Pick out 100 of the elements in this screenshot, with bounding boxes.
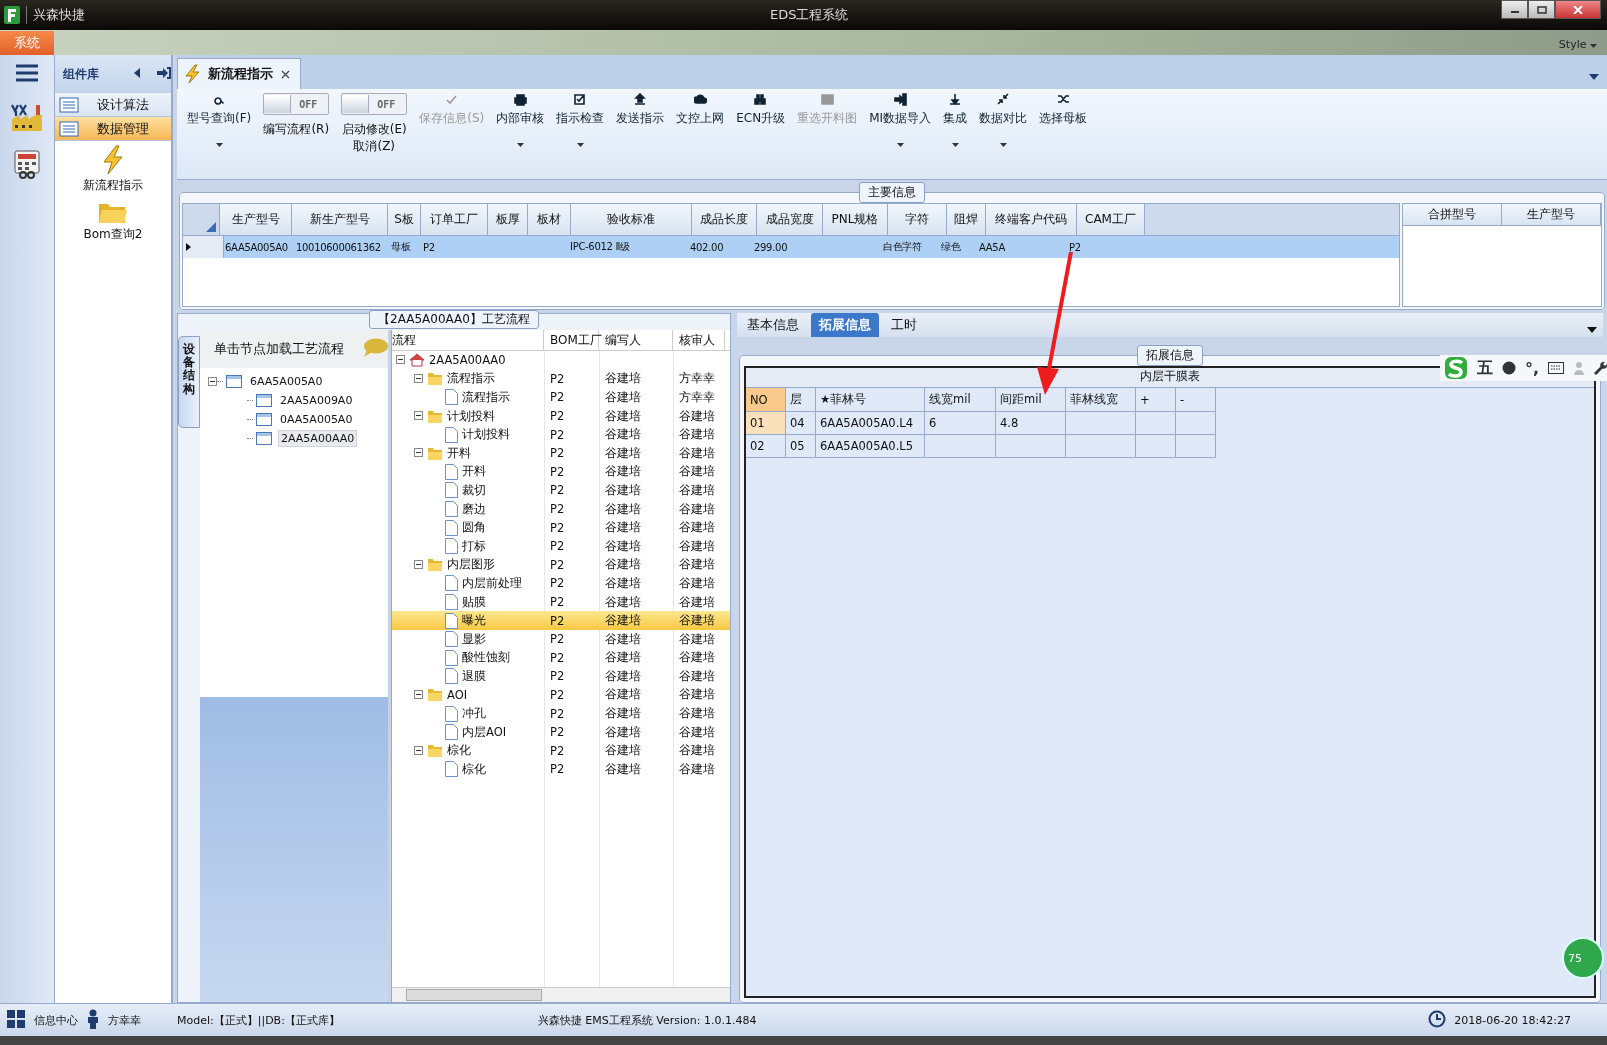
side-tab[interactable]: 设备结构 <box>178 336 200 428</box>
close-button[interactable] <box>1555 0 1601 19</box>
tree-row[interactable]: 圆角 P2 谷建培 谷建培 <box>392 518 730 537</box>
table-cell-text: 299.00 <box>753 241 789 253</box>
column-header[interactable]: 成品宽度 <box>757 204 823 235</box>
node-label[interactable]: 0AA5A005A0 <box>278 412 355 427</box>
column-header[interactable]: CAM工厂 <box>1077 204 1145 235</box>
node-label: 曝光 <box>462 613 486 629</box>
node-label[interactable]: 6AA5A005A0 <box>248 374 325 389</box>
column-header[interactable]: 流程 <box>392 330 544 350</box>
close-icon[interactable] <box>281 69 290 79</box>
collapse-icon[interactable] <box>414 371 423 386</box>
maximize-button[interactable] <box>1528 0 1555 19</box>
table-cell-text: 谷建培 <box>678 593 716 611</box>
column-header[interactable]: 生产型号 <box>220 204 292 235</box>
tool-launcher[interactable]: 新流程指示 <box>83 145 143 194</box>
minimize-button[interactable] <box>1501 0 1528 19</box>
tree-row[interactable]: 贴膜 P2 谷建培 谷建培 <box>392 592 730 612</box>
table-cell-text: 谷建培 <box>678 537 716 555</box>
tool-launcher[interactable]: Bom查询2 <box>83 200 143 243</box>
tab[interactable]: 基本信息 <box>739 313 807 337</box>
column-header[interactable]: 合拼型号 <box>1403 204 1502 226</box>
tab[interactable]: 工时 <box>883 313 925 337</box>
tree-row[interactable]: 计划投料 P2 谷建培 谷建培 <box>392 406 730 426</box>
column-header[interactable]: NO <box>746 388 786 412</box>
half-width-icon[interactable] <box>1502 361 1516 375</box>
column-header[interactable]: 成品长度 <box>692 204 757 235</box>
calculator-icon[interactable] <box>12 149 42 179</box>
column-header[interactable]: 阻焊 <box>947 204 986 235</box>
column-header[interactable]: 线宽mil <box>925 388 996 412</box>
toggle-switch[interactable]: OFF <box>341 93 408 115</box>
info-center-link[interactable]: 信息中心 <box>34 1012 78 1028</box>
tree-row[interactable]: 内层AOI P2 谷建培 谷建培 <box>392 722 730 742</box>
column-header[interactable]: PNL规格 <box>823 204 888 235</box>
tree-row[interactable]: 流程指示 P2 谷建培 方幸幸 <box>392 369 730 389</box>
node-label[interactable]: 2AA5A00AA0 <box>278 430 358 447</box>
toolbar-button[interactable]: 发送指示 <box>612 93 669 155</box>
column-header[interactable]: S板 <box>388 204 421 235</box>
tree-row[interactable]: AOI P2 谷建培 谷建培 <box>392 685 730 705</box>
tree-row[interactable]: 棕化 P2 谷建培 谷建培 <box>392 760 730 779</box>
toolbar-button[interactable]: 数据对比 <box>975 93 1032 155</box>
collapse-icon[interactable] <box>208 374 217 389</box>
column-header[interactable]: 字符 <box>888 204 947 235</box>
tree-row[interactable]: 流程指示 P2 谷建培 方幸幸 <box>392 388 730 407</box>
toolbar-button[interactable]: 指示检查 <box>552 93 609 155</box>
row-number-cell[interactable]: 01 <box>746 412 786 435</box>
column-header[interactable]: 新生产型号 <box>292 204 388 235</box>
tree-row[interactable]: 曝光 P2 谷建培 谷建培 <box>392 611 730 630</box>
grid-row[interactable]: 6AA5A005A0 10010600061362 母板 P2 IPC-6012 Ⅱ级 402.00 299.00 白色字符 绿色 AA5A P2 <box>183 236 1399 258</box>
tree-row[interactable]: 磨边 P2 谷建培 谷建培 <box>392 499 730 519</box>
tree-row[interactable]: 显影 P2 谷建培 谷建培 <box>392 629 730 649</box>
tree-row[interactable]: 开料 P2 谷建培 谷建培 <box>392 462 730 482</box>
toolbar-button[interactable]: ECN升级 <box>732 93 790 155</box>
column-header[interactable]: 验收标准 <box>571 204 692 235</box>
column-header[interactable]: - <box>1176 388 1216 412</box>
horizontal-scrollbar[interactable] <box>392 987 730 1002</box>
column-header[interactable]: 生产型号 <box>1502 204 1601 226</box>
tree-row[interactable]: 2AA5A00AA0 <box>392 351 730 370</box>
keyboard-icon[interactable] <box>1548 362 1565 374</box>
ime-logo-icon[interactable] <box>1444 356 1468 380</box>
tree-row[interactable]: 退膜 P2 谷建培 谷建培 <box>392 667 730 686</box>
tab[interactable]: 拓展信息 <box>811 313 879 337</box>
column-header[interactable]: 菲林线宽 <box>1066 388 1136 412</box>
column-header[interactable]: 板材 <box>528 204 571 235</box>
collapse-icon[interactable] <box>414 743 423 758</box>
tree-row[interactable]: 酸性蚀刻 P2 谷建培 谷建培 <box>392 648 730 668</box>
collapse-icon[interactable] <box>414 557 423 572</box>
toggle-switch[interactable]: OFF <box>263 93 330 115</box>
tree-row[interactable]: 打标 P2 谷建培 谷建培 <box>392 536 730 556</box>
toolbar-button[interactable]: MI数据导入 <box>865 93 936 155</box>
wrench-icon[interactable] <box>1594 361 1607 375</box>
tree-row[interactable]: 棕化 P2 谷建培 谷建培 <box>392 741 730 761</box>
column-header[interactable]: 层 <box>786 388 816 412</box>
tree-row[interactable]: 内层图形 P2 谷建培 谷建培 <box>392 555 730 575</box>
toolbar-button[interactable]: 型号查询(F) <box>183 93 256 155</box>
toolbar-button[interactable]: 文控上网 <box>672 93 729 155</box>
component-item[interactable]: 设计算法 <box>55 93 171 117</box>
component-item[interactable]: 数据管理 <box>55 117 171 141</box>
node-label[interactable]: 2AA5A009A0 <box>278 393 355 408</box>
tree-row[interactable]: 开料 P2 谷建培 谷建培 <box>392 443 730 463</box>
menu-icon[interactable] <box>15 63 39 83</box>
column-header[interactable]: 订单工厂 <box>421 204 488 235</box>
style-menu[interactable]: Style <box>1558 38 1597 51</box>
row-number-cell[interactable]: 02 <box>746 435 786 458</box>
document-tab[interactable]: 新流程指示 <box>177 58 301 89</box>
column-header[interactable]: + <box>1136 388 1176 412</box>
column-header[interactable]: 核审人 <box>673 330 725 350</box>
document-icon <box>445 705 458 722</box>
column-header[interactable]: 终端客户代码 <box>986 204 1077 235</box>
toolbar-button[interactable]: 集成 <box>939 93 972 155</box>
tree-row[interactable]: 计划投料 P2 谷建培 谷建培 <box>392 425 730 444</box>
tree-row[interactable]: 冲孔 P2 谷建培 谷建培 <box>392 704 730 723</box>
tree-row[interactable]: 裁切 P2 谷建培 谷建培 <box>392 481 730 500</box>
collapse-icon[interactable] <box>414 688 423 702</box>
tree-row[interactable]: 内层前处理 P2 谷建培 谷建培 <box>392 574 730 593</box>
collapse-icon[interactable] <box>133 67 141 81</box>
toolbar-button[interactable]: 内部审核 <box>492 93 549 155</box>
toolbar-button[interactable]: 选择母板 <box>1035 93 1092 155</box>
column-header[interactable]: 板厚 <box>488 204 528 235</box>
column-header[interactable]: ★菲林号 <box>816 388 925 412</box>
